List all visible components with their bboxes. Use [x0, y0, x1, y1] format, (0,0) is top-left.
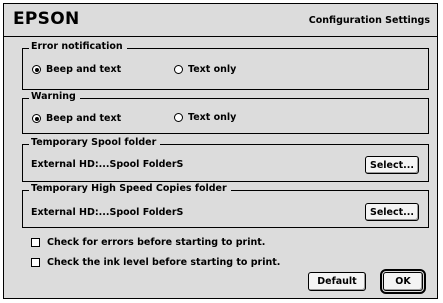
- check-errors-checkbox[interactable]: Check for errors before starting to prin…: [31, 237, 265, 248]
- warning-label: Warning: [29, 91, 80, 102]
- radio-selected-icon: [32, 114, 41, 123]
- high-speed-folder-group: Temporary High Speed Copies folder Exter…: [22, 183, 429, 228]
- radio-label: Beep and text: [46, 113, 122, 124]
- spool-folder-group: Temporary Spool folder External HD:...Sp…: [22, 137, 429, 182]
- check-ink-checkbox[interactable]: Check the ink level before starting to p…: [31, 257, 280, 268]
- high-speed-folder-select-button[interactable]: Select...: [365, 203, 419, 221]
- error-notification-label: Error notification: [29, 41, 127, 52]
- high-speed-folder-path: External HD:...Spool FolderS: [31, 207, 184, 218]
- error-notification-group: Error notification Beep and text Text on…: [22, 41, 429, 90]
- default-button[interactable]: Default: [308, 272, 366, 291]
- ok-button[interactable]: OK: [383, 272, 423, 291]
- dialog-title: Configuration Settings: [308, 15, 430, 26]
- radio-unselected-icon: [174, 65, 183, 74]
- radio-unselected-icon: [174, 113, 183, 122]
- error-text-only-radio[interactable]: Text only: [174, 64, 236, 75]
- header-divider: [4, 36, 437, 37]
- configuration-dialog: EPSON Configuration Settings Error notif…: [3, 3, 438, 299]
- radio-label: Text only: [188, 112, 237, 123]
- checkbox-icon: [31, 238, 40, 247]
- warning-text-only-radio[interactable]: Text only: [174, 112, 236, 123]
- warning-beep-and-text-radio[interactable]: Beep and text: [32, 113, 121, 124]
- high-speed-folder-label: Temporary High Speed Copies folder: [29, 183, 231, 194]
- radio-label: Text only: [188, 64, 237, 75]
- checkbox-icon: [31, 258, 40, 267]
- spool-folder-path: External HD:...Spool FolderS: [31, 159, 184, 170]
- radio-label: Beep and text: [46, 64, 122, 75]
- error-beep-and-text-radio[interactable]: Beep and text: [32, 64, 121, 75]
- radio-selected-icon: [32, 65, 41, 74]
- checkbox-label: Check for errors before starting to prin…: [47, 237, 266, 248]
- spool-folder-select-button[interactable]: Select...: [365, 156, 419, 174]
- spool-folder-label: Temporary Spool folder: [29, 137, 161, 148]
- checkbox-label: Check the ink level before starting to p…: [47, 257, 281, 268]
- brand-logo: EPSON: [13, 9, 80, 29]
- warning-group: Warning Beep and text Text only: [22, 91, 429, 134]
